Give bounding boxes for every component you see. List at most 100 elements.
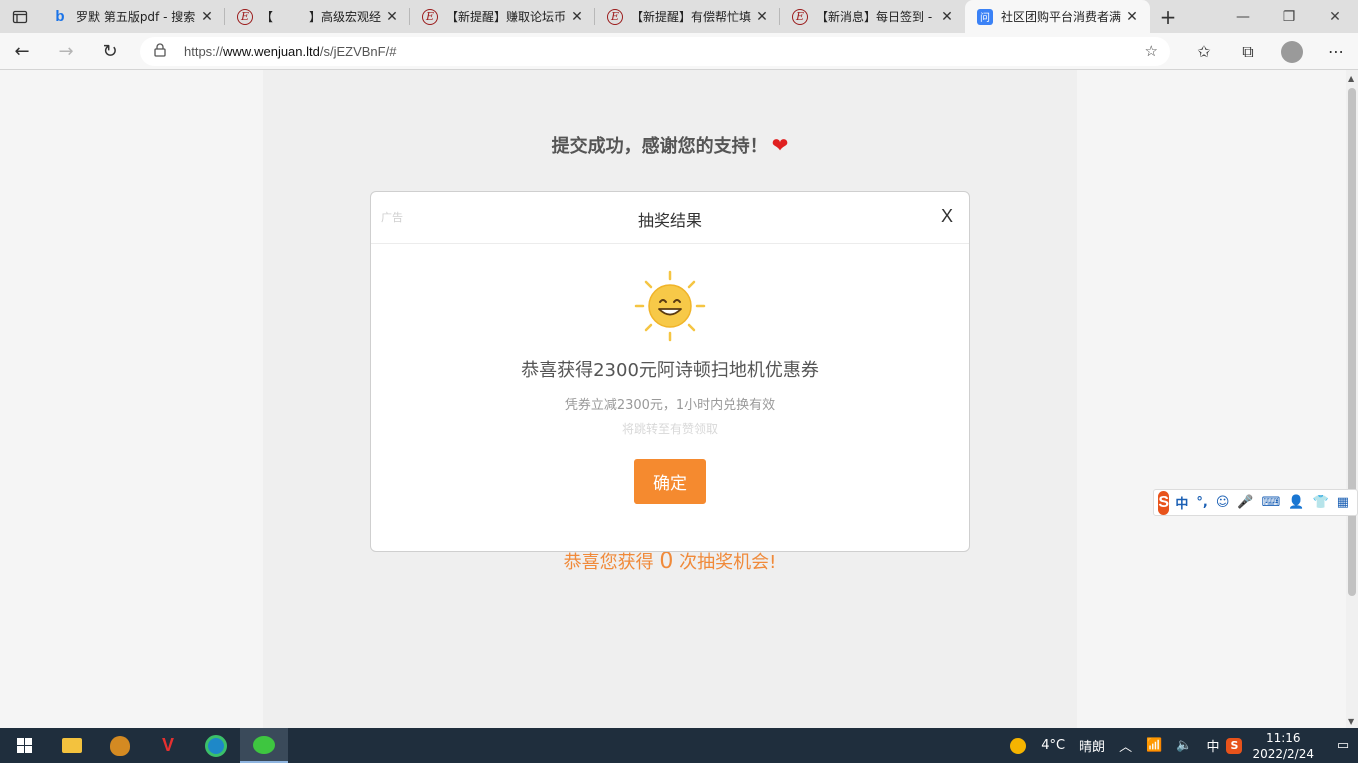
tab-2[interactable]: E 【 】高级宏观经 ✕ (225, 0, 410, 33)
network-icon[interactable]: 📶 (1146, 738, 1162, 753)
tab-close-icon[interactable]: ✕ (569, 9, 585, 25)
wechat-button[interactable] (240, 728, 288, 763)
confirm-button[interactable]: 确定 (634, 459, 706, 504)
more-menu-icon[interactable]: ⋯ (1314, 33, 1358, 70)
heart-icon: ❤ (771, 133, 789, 157)
dialog-header: 广告 抽奖结果 X (371, 192, 969, 244)
tab-title: 罗默 第五版pdf - 搜索 (76, 10, 196, 24)
refresh-button[interactable]: ↻ (88, 33, 132, 70)
wechat-icon (253, 735, 275, 754)
tab-5[interactable]: E 【新消息】每日签到 - ✕ (780, 0, 965, 33)
clock[interactable]: 11:16 2022/2/24 (1252, 730, 1314, 762)
edge-button[interactable] (192, 728, 240, 763)
windows-icon (16, 738, 32, 753)
tab-title: 【新消息】每日签到 - (816, 10, 933, 24)
tab-title: 社区团购平台消费者满 (1001, 10, 1122, 24)
new-tab-button[interactable]: + (1150, 0, 1186, 33)
tab-1[interactable]: b 罗默 第五版pdf - 搜索 ✕ (40, 0, 225, 33)
favorites-icon[interactable]: ✩ (1182, 33, 1226, 70)
microphone-icon[interactable]: 🎤 (1237, 495, 1253, 510)
app-v-button[interactable]: V (144, 728, 192, 763)
tab-6-active[interactable]: 问 社区团购平台消费者满 ✕ (965, 0, 1150, 33)
e-forum-icon: E (607, 8, 623, 25)
forward-button[interactable]: → (44, 33, 88, 70)
tab-actions-button[interactable] (0, 0, 40, 33)
coupon-description: 凭券立减2300元，1小时内兑换有效 (564, 398, 776, 413)
sogou-tray-icon[interactable]: S (1226, 737, 1243, 754)
headline-text: 提交成功，感谢您的支持！ (551, 136, 768, 157)
chevron-up-icon[interactable]: ︿ (1119, 736, 1132, 755)
lock-icon (154, 42, 174, 61)
tab-strip: b 罗默 第五版pdf - 搜索 ✕ E 【 】高级宏观经 ✕ E 【新提醒】赚… (0, 0, 1358, 33)
system-tray: 4°C 晴朗 ︿ 📶 🔈 中 S 11:16 2022/2/24 ▭ (1010, 728, 1358, 763)
submit-success-title: 提交成功，感谢您的支持！ ❤ (263, 132, 1077, 158)
volume-icon[interactable]: 🔈 (1176, 738, 1192, 753)
collections-icon[interactable]: ⧉ (1226, 33, 1270, 70)
file-explorer-button[interactable] (48, 728, 96, 763)
browser-toolbar: ← → ↻ https://www.wenjuan.ltd/s/jEZVBnF/… (0, 33, 1358, 70)
clock-time: 11:16 (1265, 730, 1301, 745)
toolbar-right: ✩ ⧉ ⋯ (1182, 33, 1358, 70)
tab-close-icon[interactable]: ✕ (1124, 9, 1140, 25)
tab-actions-icon (12, 10, 28, 23)
user-icon[interactable]: 👤 (1288, 495, 1304, 510)
plus-icon: + (1159, 4, 1177, 29)
lottery-result-dialog: 广告 抽奖结果 X 恭喜获得2300元阿诗顿扫地机优惠券 凭券立减2300元，1… (370, 191, 970, 552)
sogou-icon[interactable]: S (1158, 490, 1170, 515)
notification-icon[interactable]: ▭ (1328, 728, 1358, 763)
scroll-down-icon[interactable]: ▼ (1348, 717, 1354, 726)
emoji-icon[interactable]: ☺ (1216, 495, 1230, 510)
ime-mode[interactable]: 中 (1175, 493, 1188, 512)
minimize-button[interactable]: — (1220, 0, 1266, 33)
keyboard-icon[interactable]: ⌨ (1262, 495, 1281, 510)
tab-close-icon[interactable]: ✕ (384, 9, 400, 25)
toolbox-icon[interactable]: ▦ (1337, 495, 1349, 510)
tab-close-icon[interactable]: ✕ (754, 9, 770, 25)
weather-icon[interactable] (1010, 737, 1027, 754)
taskbar: V 4°C 晴朗 ︿ 📶 🔈 中 S 11:16 2022/2/24 ▭ (0, 728, 1358, 763)
scrollbar-thumb[interactable] (1348, 88, 1356, 596)
tab-3[interactable]: E 【新提醒】赚取论坛币 ✕ (410, 0, 595, 33)
tab-4[interactable]: E 【新提醒】有偿帮忙填 ✕ (595, 0, 780, 33)
window-controls: — ❐ ✕ (1220, 0, 1358, 33)
smiling-sun-icon (634, 270, 706, 342)
restore-button[interactable]: ❐ (1266, 0, 1312, 33)
address-bar[interactable]: https://www.wenjuan.ltd/s/jEZVBnF/# ☆ (140, 37, 1170, 66)
avatar (1281, 40, 1303, 63)
weather-text[interactable]: 晴朗 (1079, 736, 1105, 755)
app-acorn-button[interactable] (96, 728, 144, 763)
skin-icon[interactable]: 👕 (1313, 495, 1329, 510)
tab-title: 【新提醒】有偿帮忙填 (631, 10, 752, 24)
chance-prefix: 恭喜您获得 (563, 552, 654, 573)
acorn-icon (110, 735, 130, 756)
close-window-button[interactable]: ✕ (1312, 0, 1358, 33)
chance-suffix: 次抽奖机会! (679, 552, 777, 573)
start-button[interactable] (0, 728, 48, 763)
v-app-icon: V (161, 735, 174, 755)
dialog-close-button[interactable]: X (941, 206, 953, 227)
e-forum-icon: E (792, 8, 808, 25)
add-favorite-icon[interactable]: ☆ (1145, 42, 1158, 60)
prize-text: 恭喜获得2300元阿诗顿扫地机优惠券 (521, 360, 819, 381)
clock-date: 2022/2/24 (1252, 746, 1314, 761)
vertical-scrollbar[interactable]: ▲ ▼ (1346, 70, 1358, 728)
redirect-note: 将跳转至有赞领取 (621, 422, 718, 436)
input-mode[interactable]: 中 (1206, 736, 1219, 755)
scroll-up-icon[interactable]: ▲ (1348, 74, 1354, 83)
ime-punctuation[interactable]: °, (1196, 495, 1207, 510)
dialog-title: 抽奖结果 (637, 211, 702, 230)
bing-icon: b (55, 8, 65, 25)
ime-toolbar[interactable]: S 中 °, ☺ 🎤 ⌨ 👤 👕 ▦ (1153, 489, 1358, 516)
back-button[interactable]: ← (0, 33, 44, 70)
tab-title: 【新提醒】赚取论坛币 (446, 10, 567, 24)
temperature[interactable]: 4°C (1041, 738, 1065, 753)
folder-icon (62, 738, 82, 753)
chance-count: 0 (659, 549, 674, 574)
e-forum-icon: E (422, 8, 438, 25)
wenjuan-icon: 问 (977, 8, 993, 25)
e-forum-icon: E (237, 8, 253, 25)
tab-title: 【 】高级宏观经 (261, 10, 382, 24)
profile-avatar[interactable] (1270, 33, 1314, 70)
tab-close-icon[interactable]: ✕ (199, 9, 215, 25)
tab-close-icon[interactable]: ✕ (939, 9, 955, 25)
